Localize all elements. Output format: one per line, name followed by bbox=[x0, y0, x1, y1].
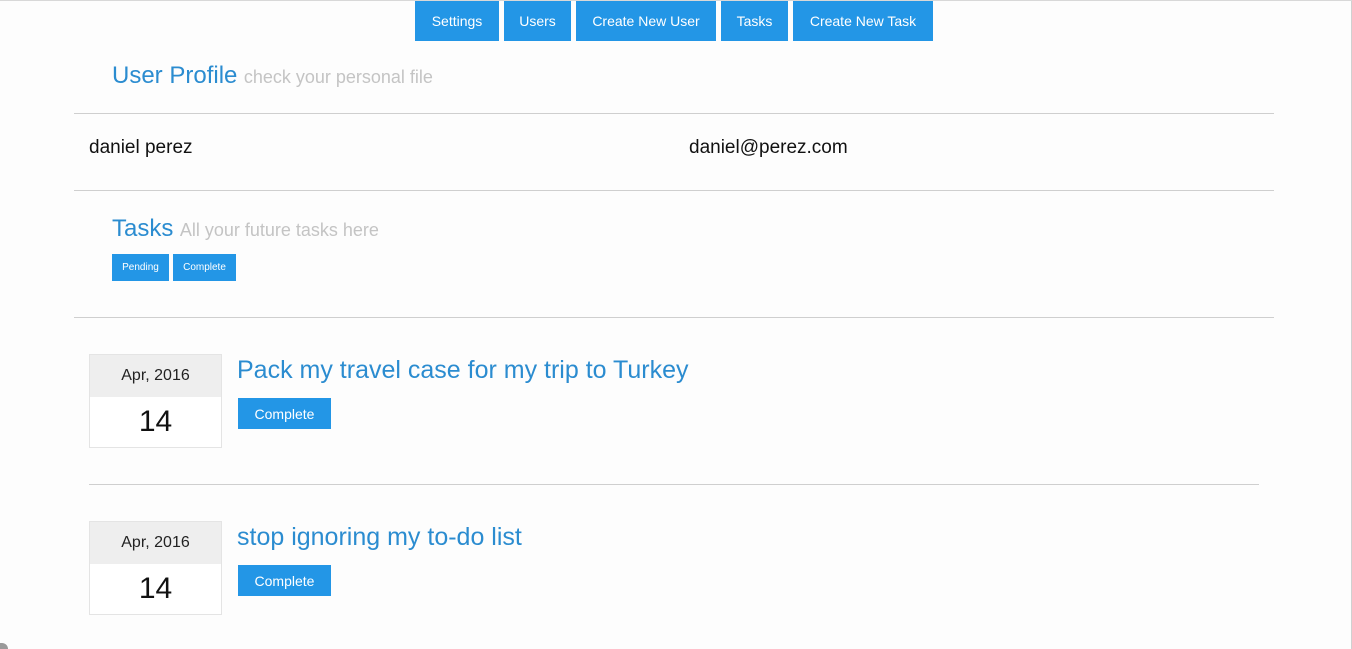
divider bbox=[74, 113, 1274, 114]
task-day: 14 bbox=[138, 405, 173, 438]
task-date-card: Apr, 2016 14 bbox=[89, 521, 222, 615]
divider bbox=[74, 317, 1274, 318]
divider bbox=[74, 190, 1274, 191]
user-email: daniel@perez.com bbox=[689, 137, 848, 158]
task-complete-button[interactable]: Complete bbox=[238, 398, 331, 429]
task-day: 14 bbox=[138, 572, 173, 605]
profile-title: User Profile bbox=[112, 62, 238, 89]
task-date-card: Apr, 2016 14 bbox=[89, 354, 222, 448]
window-corner bbox=[0, 643, 8, 649]
complete-filter-button[interactable]: Complete bbox=[173, 254, 236, 281]
top-nav: Settings Users Create New User Tasks Cre… bbox=[415, 1, 933, 41]
profile-heading: User Profile check your personal file bbox=[112, 62, 433, 90]
tasks-heading: Tasks All your future tasks here bbox=[112, 215, 379, 243]
task-title: Pack my travel case for my trip to Turke… bbox=[237, 356, 689, 384]
nav-tasks-button[interactable]: Tasks bbox=[721, 1, 788, 41]
nav-settings-button[interactable]: Settings bbox=[415, 1, 499, 41]
task-month: Apr, 2016 bbox=[90, 522, 221, 564]
task-title: stop ignoring my to-do list bbox=[237, 523, 522, 551]
nav-create-new-task-button[interactable]: Create New Task bbox=[793, 1, 933, 41]
tasks-title: Tasks bbox=[112, 215, 174, 242]
nav-create-new-user-button[interactable]: Create New User bbox=[576, 1, 716, 41]
divider bbox=[89, 484, 1259, 485]
pending-filter-button[interactable]: Pending bbox=[112, 254, 169, 281]
page: Settings Users Create New User Tasks Cre… bbox=[0, 0, 1352, 649]
tasks-subtitle: All your future tasks here bbox=[179, 220, 379, 240]
profile-subtitle: check your personal file bbox=[243, 67, 433, 87]
user-name: daniel perez bbox=[89, 137, 193, 158]
task-complete-button[interactable]: Complete bbox=[238, 565, 331, 596]
nav-users-button[interactable]: Users bbox=[504, 1, 571, 41]
task-month: Apr, 2016 bbox=[90, 355, 221, 397]
